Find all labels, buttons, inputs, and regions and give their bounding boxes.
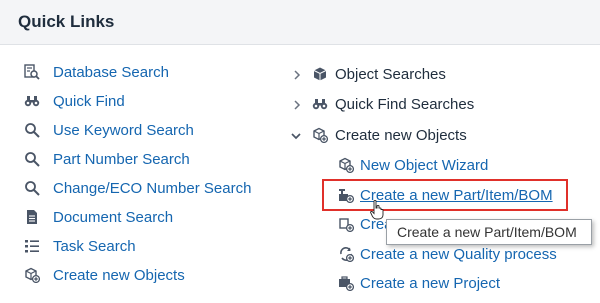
quick-link-database-search[interactable]: Database Search — [24, 61, 169, 83]
quick-link-part-number-search[interactable]: Part Number Search — [24, 148, 190, 170]
panel-header: Quick Links — [0, 0, 600, 45]
tree-group-label[interactable]: Object Searches — [335, 66, 446, 83]
tree-group-create-new-objects[interactable]: Create new Objects — [312, 124, 467, 146]
chevron-right-icon[interactable] — [291, 69, 303, 81]
quality-process-icon — [338, 246, 354, 262]
wizard-icon — [338, 157, 354, 173]
create-objects-icon — [312, 127, 328, 143]
binoculars-icon — [312, 96, 328, 112]
hand-cursor-icon — [370, 200, 384, 220]
quick-link-label[interactable]: Document Search — [53, 209, 173, 226]
quick-link-keyword-search[interactable]: Use Keyword Search — [24, 119, 194, 141]
tree-item-label[interactable]: Create a new Quality process — [360, 246, 557, 263]
tree-group-label[interactable]: Quick Find Searches — [335, 96, 474, 113]
magnifier-icon — [24, 122, 40, 138]
tree-item-label[interactable]: Create a new Project — [360, 275, 500, 292]
tooltip: Create a new Part/Item/BOM — [386, 219, 592, 245]
magnifier-icon — [24, 151, 40, 167]
binoculars-icon — [24, 93, 40, 109]
quick-link-change-eco-search[interactable]: Change/ECO Number Search — [24, 177, 251, 199]
tree-item-create-project[interactable]: Create a new Project — [338, 272, 500, 294]
quick-link-label[interactable]: Database Search — [53, 64, 169, 81]
tree-group-label[interactable]: Create new Objects — [335, 127, 467, 144]
quick-links-panel: Quick Links Database Search Quick Find U… — [0, 0, 600, 303]
quick-link-label[interactable]: Change/ECO Number Search — [53, 180, 251, 197]
tree-group-object-searches[interactable]: Object Searches — [312, 63, 446, 85]
tooltip-text: Create a new Part/Item/BOM — [397, 224, 577, 240]
tree-item-create-quality-process[interactable]: Create a new Quality process — [338, 243, 557, 265]
highlight-box — [322, 179, 568, 211]
magnifier-icon — [24, 180, 40, 196]
cube-icon — [312, 66, 328, 82]
create-objects-icon — [24, 267, 40, 283]
quick-link-quick-find[interactable]: Quick Find — [24, 90, 125, 112]
project-create-icon — [338, 275, 354, 291]
quick-link-create-new-objects[interactable]: Create new Objects — [24, 264, 185, 286]
database-search-icon — [24, 64, 40, 80]
tree-item-new-object-wizard[interactable]: New Object Wizard — [338, 154, 488, 176]
tree-group-quick-find-searches[interactable]: Quick Find Searches — [312, 93, 474, 115]
document-icon — [24, 209, 40, 225]
tree-item-create-partial[interactable]: Crea — [338, 213, 393, 235]
create-icon — [338, 216, 354, 232]
task-list-icon — [24, 238, 40, 254]
quick-link-label[interactable]: Use Keyword Search — [53, 122, 194, 139]
quick-link-label[interactable]: Part Number Search — [53, 151, 190, 168]
quick-link-label[interactable]: Task Search — [53, 238, 136, 255]
tree-item-label[interactable]: New Object Wizard — [360, 157, 488, 174]
quick-link-task-search[interactable]: Task Search — [24, 235, 136, 257]
quick-link-label[interactable]: Create new Objects — [53, 267, 185, 284]
quick-link-document-search[interactable]: Document Search — [24, 206, 173, 228]
quick-link-label[interactable]: Quick Find — [53, 93, 125, 110]
chevron-right-icon[interactable] — [291, 99, 303, 111]
chevron-down-icon[interactable] — [290, 130, 302, 142]
panel-title: Quick Links — [18, 12, 115, 31]
